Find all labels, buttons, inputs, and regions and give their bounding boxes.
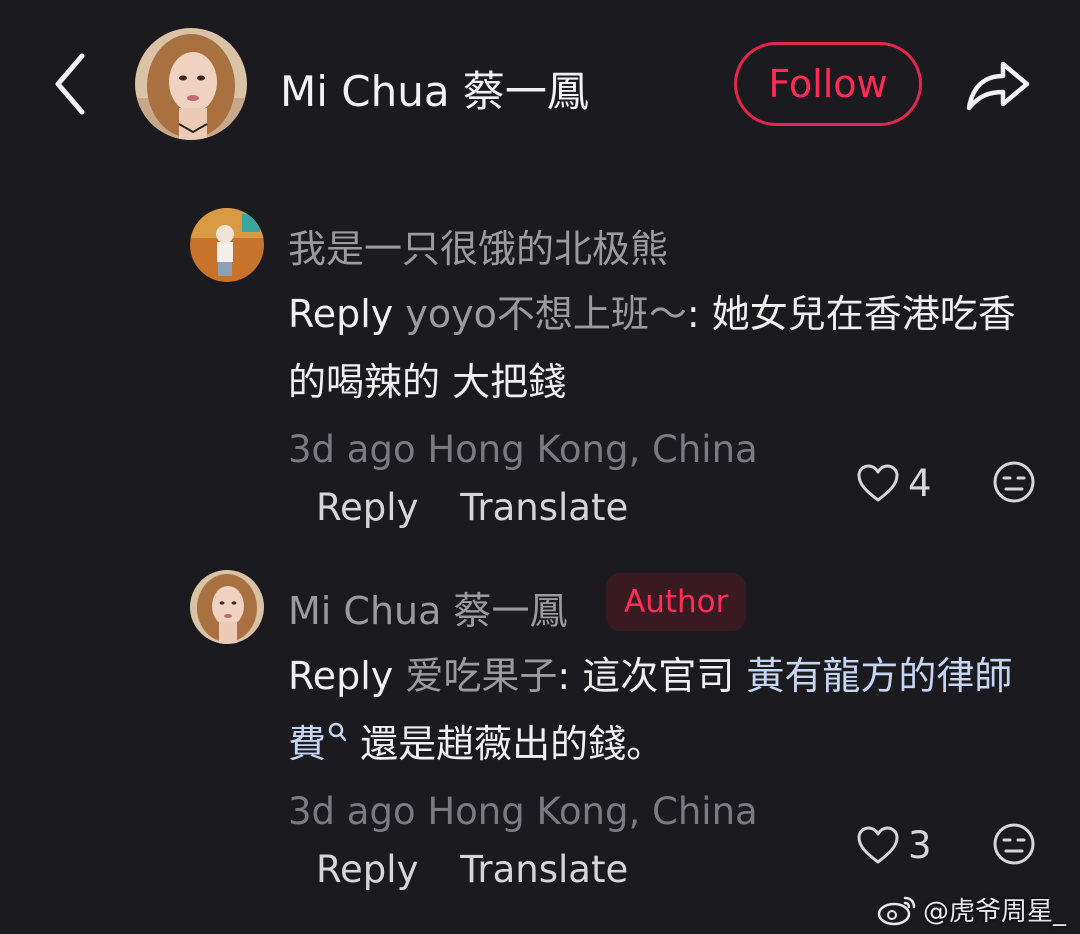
follow-button[interactable]: Follow (734, 42, 922, 126)
meh-face-icon (993, 461, 1035, 503)
search-icon (328, 722, 347, 742)
reply-keyword: Reply (288, 654, 394, 698)
author-badge: Author (606, 573, 747, 631)
reply-button[interactable]: Reply (316, 848, 418, 891)
comment-body-start: : 這次官司 (557, 654, 747, 698)
profile-name[interactable]: Mi Chua 蔡一鳳 (280, 58, 589, 119)
back-button[interactable] (40, 48, 100, 120)
like-count: 4 (908, 461, 932, 505)
comment-meta: 3d ago Hong Kong, China (288, 428, 758, 471)
avatar-image (190, 208, 264, 282)
heart-outline-icon (857, 826, 899, 864)
comment-thread-screen: Mi Chua 蔡一鳳 Follow 我是一只很饿的北极熊 Reply yoyo… (0, 0, 1080, 934)
avatar-image (135, 28, 247, 140)
like-button[interactable]: 3 (856, 820, 932, 870)
comment-actions: Reply Translate (316, 486, 658, 529)
watermark-text: @虎爷周星_ (922, 897, 1066, 927)
dislike-button[interactable] (992, 822, 1036, 866)
comment-username[interactable]: 我是一只很饿的北极熊 (288, 218, 668, 273)
commenter-avatar[interactable] (190, 570, 264, 644)
commenter-avatar[interactable] (190, 208, 264, 282)
like-count: 3 (908, 823, 932, 867)
comment-actions: Reply Translate (316, 848, 658, 891)
weibo-logo-icon (877, 896, 916, 925)
like-button[interactable]: 4 (856, 458, 932, 508)
comment-body-end: 還是趙薇出的錢。 (348, 722, 665, 766)
meh-face-icon (993, 823, 1035, 865)
share-button[interactable] (958, 46, 1038, 122)
comment-username[interactable]: Mi Chua 蔡一鳳 (288, 580, 568, 635)
comment-meta: 3d ago Hong Kong, China (288, 790, 758, 833)
translate-button[interactable]: Translate (460, 848, 628, 891)
profile-avatar[interactable] (135, 28, 247, 140)
watermark: @虎爷周星_ (877, 891, 1066, 928)
avatar-image (190, 570, 264, 644)
translate-button[interactable]: Translate (460, 486, 628, 529)
reply-keyword: Reply (288, 292, 394, 336)
share-arrow-icon (966, 61, 1030, 111)
chevron-left-icon (55, 53, 85, 115)
comment-text: Reply yoyo不想上班～: 她女兒在香港吃香的喝辣的 大把錢 (288, 280, 1028, 416)
comment-text: Reply 爱吃果子: 這次官司 黃有龍方的律師費 還是趙薇出的錢。 (288, 642, 1028, 778)
replied-username[interactable]: 爱吃果子 (405, 654, 557, 698)
reply-button[interactable]: Reply (316, 486, 418, 529)
replied-username[interactable]: yoyo不想上班～ (405, 292, 686, 336)
dislike-button[interactable] (992, 460, 1036, 504)
heart-outline-icon (857, 464, 899, 502)
